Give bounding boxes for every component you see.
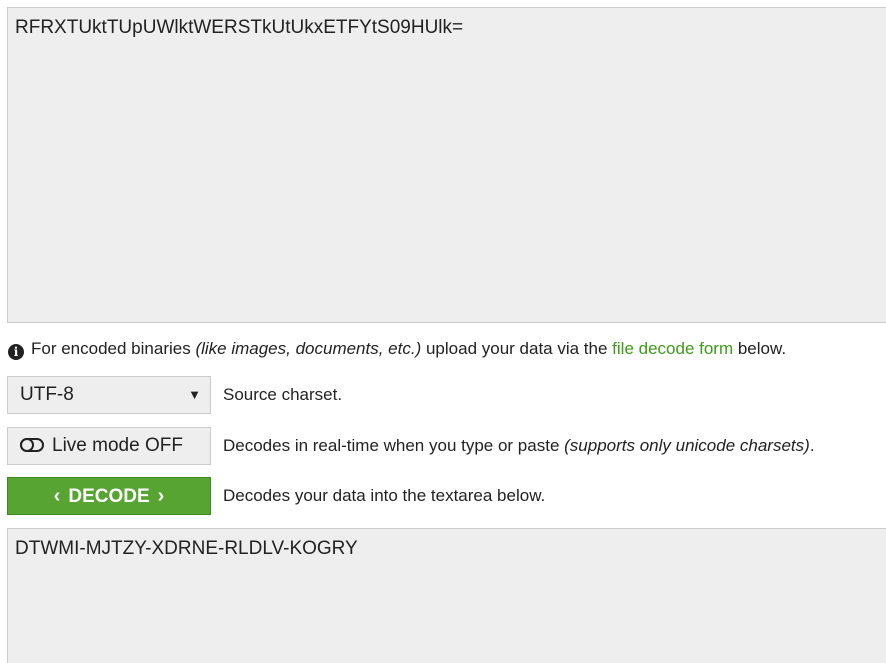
dropdown-arrow-icon: ▼	[188, 387, 201, 402]
info-suffix: below.	[733, 339, 787, 358]
live-mode-label: Live mode OFF	[52, 435, 183, 456]
info-circle-icon: i	[8, 344, 24, 360]
live-mode-desc-prefix: Decodes in real-time when you type or pa…	[223, 436, 565, 455]
binary-info-line: i For encoded binaries (like images, docu…	[8, 338, 786, 360]
info-middle: upload your data via the	[421, 339, 613, 358]
chevron-right-icon: ›	[157, 485, 165, 507]
live-mode-desc-italic: (supports only unicode charsets)	[564, 436, 810, 455]
chevron-left-icon: ‹	[53, 485, 61, 507]
live-mode-description: Decodes in real-time when you type or pa…	[223, 435, 815, 457]
charset-description: Source charset.	[223, 385, 343, 404]
charset-selected-value: UTF-8	[20, 384, 74, 405]
live-mode-toggle[interactable]: Live mode OFF	[7, 427, 211, 465]
toggle-off-icon	[20, 438, 44, 452]
decode-label: DECODE	[68, 486, 150, 507]
info-prefix: For encoded binaries	[31, 339, 196, 358]
charset-select[interactable]: UTF-8 ▼	[7, 376, 211, 414]
decode-page: RFRXTUktTUpUWlktWERSTkUtUkxETFYtS09HUlk=…	[0, 0, 886, 663]
file-decode-form-link[interactable]: file decode form	[612, 339, 733, 358]
decode-button[interactable]: ‹ DECODE ›	[7, 477, 211, 515]
input-textarea[interactable]: RFRXTUktTUpUWlktWERSTkUtUkxETFYtS09HUlk=	[7, 7, 886, 323]
live-mode-desc-suffix: .	[809, 436, 815, 455]
output-textarea[interactable]: DTWMI-MJTZY-XDRNE-RLDLV-KOGRY	[7, 528, 886, 663]
info-italic: (like images, documents, etc.)	[195, 339, 422, 358]
decode-description: Decodes your data into the textarea belo…	[223, 486, 546, 505]
